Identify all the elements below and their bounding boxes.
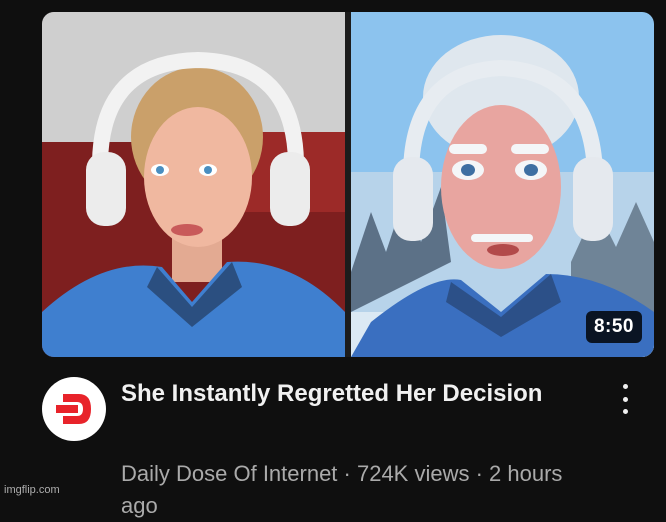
more-vert-icon[interactable] [612, 382, 638, 416]
video-meta: Daily Dose Of Internet · 724K views · 2 … [121, 461, 563, 518]
thumbnail-right-image [351, 12, 654, 357]
video-title[interactable]: She Instantly Regretted Her Decision [121, 378, 591, 410]
channel-avatar[interactable] [42, 377, 106, 441]
menu-dot [622, 409, 628, 414]
thumbnail-right-frame [351, 12, 654, 357]
video-thumbnail[interactable]: 8:50 [42, 12, 654, 357]
daily-dose-logo-icon [56, 394, 91, 424]
watermark: imgflip.com [4, 484, 60, 496]
video-duration-badge: 8:50 [585, 311, 642, 343]
menu-dot [622, 384, 628, 389]
thumbnail-left-frame [42, 12, 345, 357]
menu-dot [622, 396, 628, 402]
thumbnail-left-image [42, 12, 345, 357]
